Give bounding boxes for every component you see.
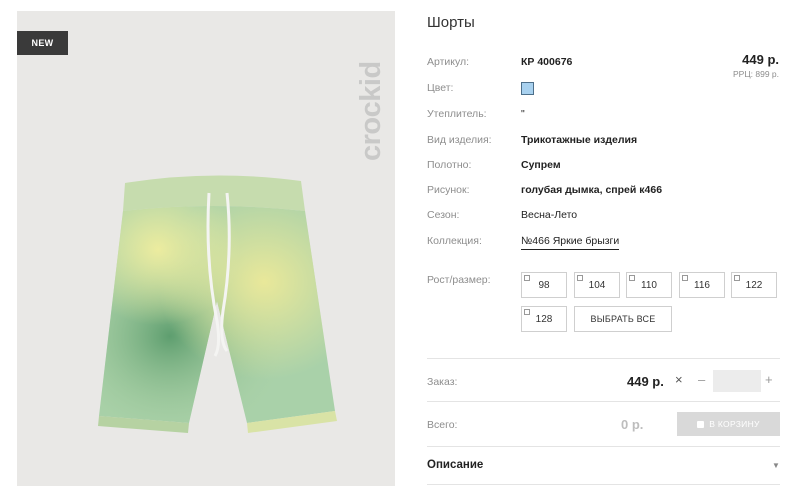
size-label: Рост/размер: (427, 274, 491, 286)
new-badge: NEW (17, 31, 68, 55)
total-value: 0 р. (621, 417, 644, 432)
collection-label: Коллекция: (427, 235, 482, 247)
product-title: Шорты (427, 14, 475, 31)
brand-logo: crockid (355, 61, 387, 161)
divider (427, 401, 780, 402)
price: 449 р. (742, 52, 779, 67)
divider (427, 358, 780, 359)
checkbox-icon (577, 275, 583, 281)
bag-icon (697, 420, 705, 428)
checkbox-icon (682, 275, 688, 281)
caret-down-icon[interactable]: ▼ (772, 461, 780, 470)
size-option-110[interactable]: 110 (626, 272, 672, 298)
rrp-price: РРЦ: 899 р. (733, 69, 779, 79)
checkbox-icon (524, 275, 530, 281)
article-label: Артикул: (427, 56, 470, 68)
decrement-button[interactable]: – (698, 372, 705, 387)
times-icon: × (675, 372, 683, 387)
size-option-label: 110 (641, 279, 657, 291)
color-swatch[interactable] (521, 82, 534, 95)
season-value: Весна-Лето (521, 209, 578, 221)
order-price: 449 р. (627, 374, 664, 389)
collection-link[interactable]: №466 Яркие брызги (521, 235, 620, 250)
size-option-98[interactable]: 98 (521, 272, 567, 298)
insulation-value: " (521, 108, 525, 120)
select-all-sizes-button[interactable]: ВЫБРАТЬ ВСЕ (574, 306, 672, 332)
size-option-label: 122 (745, 279, 763, 291)
size-option-label: 98 (538, 279, 550, 291)
divider (427, 484, 780, 485)
size-option-128[interactable]: 128 (521, 306, 567, 332)
increment-button[interactable]: + (765, 372, 773, 387)
size-option-label: 116 (694, 279, 710, 291)
size-option-label: 128 (535, 313, 553, 325)
size-option-122[interactable]: 122 (731, 272, 777, 298)
color-label: Цвет: (427, 82, 454, 94)
product-photo: NEW crockid (17, 11, 395, 486)
add-to-cart-label: В КОРЗИНУ (709, 419, 760, 429)
type-value: Трикотажные изделия (521, 134, 638, 146)
type-label: Вид изделия: (427, 134, 492, 146)
insulation-label: Утеплитель: (427, 108, 487, 120)
checkbox-icon (734, 275, 740, 281)
article-value: КР 400676 (521, 56, 573, 68)
shorts-illustration (98, 175, 337, 433)
checkbox-icon (524, 309, 530, 315)
pattern-label: Рисунок: (427, 184, 470, 196)
fabric-label: Полотно: (427, 159, 472, 171)
add-to-cart-button[interactable]: В КОРЗИНУ (677, 412, 780, 436)
fabric-value: Супрем (521, 159, 561, 171)
checkbox-icon (629, 275, 635, 281)
pattern-value: голубая дымка, спрей к466 (521, 184, 663, 196)
quantity-input[interactable] (713, 370, 761, 392)
description-toggle[interactable]: Описание (427, 459, 483, 471)
size-option-label: 104 (588, 279, 606, 291)
season-label: Сезон: (427, 209, 460, 221)
divider (427, 446, 780, 447)
total-label: Всего: (427, 419, 458, 431)
size-option-116[interactable]: 116 (679, 272, 725, 298)
size-option-104[interactable]: 104 (574, 272, 620, 298)
order-label: Заказ: (427, 376, 458, 388)
